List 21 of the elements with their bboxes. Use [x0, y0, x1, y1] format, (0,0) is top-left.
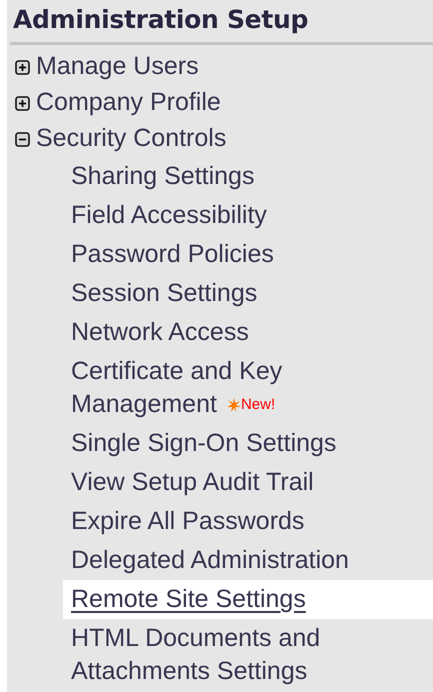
menu-item[interactable]: Security Controls [36, 120, 226, 158]
starburst-icon [226, 398, 241, 412]
submenu-link[interactable]: Field Accessibility [71, 199, 351, 232]
submenu-link[interactable]: Password Policies [71, 238, 351, 271]
plus-box-icon[interactable] [15, 96, 30, 110]
submenu-link[interactable]: Certificate and Key Management New! [71, 355, 351, 421]
submenu-link[interactable]: Remote Site Settings [71, 583, 351, 616]
submenu-link[interactable]: View Setup Audit Trail [71, 466, 351, 499]
submenu-link[interactable]: Single Sign-On Settings [71, 427, 351, 460]
submenu-link[interactable]: Expire All Passwords [71, 505, 351, 538]
minus-box-icon[interactable] [15, 132, 30, 146]
submenu-link[interactable]: Network Access [71, 316, 351, 349]
new-label: New! [240, 397, 276, 412]
submenu-link[interactable]: HTML Documents and Attachments Settings [71, 622, 351, 688]
menu-item[interactable]: Manage Users [36, 48, 199, 86]
plus-box-icon[interactable] [15, 60, 30, 74]
panel-title: Administration Setup [13, 6, 310, 34]
submenu-link[interactable]: Sharing Settings [71, 160, 351, 193]
submenu-link[interactable]: Delegated Administration [71, 544, 351, 577]
menu-item[interactable]: Company Profile [36, 84, 221, 122]
submenu-link[interactable]: Session Settings [71, 277, 351, 310]
